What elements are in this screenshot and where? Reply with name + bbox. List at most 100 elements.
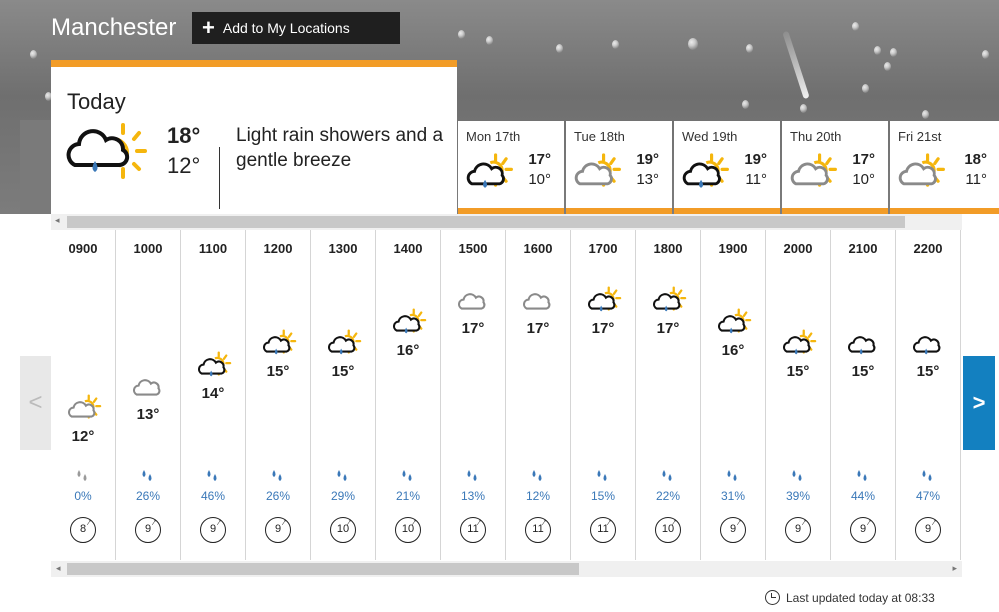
scroll-left-icon[interactable]: ◂: [56, 563, 61, 574]
rain-chance: 0%: [74, 489, 92, 503]
raindrops-icon: [766, 468, 830, 489]
hour-temp: 16°: [721, 341, 745, 359]
day-tab[interactable]: Mon 17th 17° 10°: [458, 121, 564, 214]
hour-time: 2100: [848, 241, 878, 256]
day-min-temp: 11°: [745, 171, 767, 188]
raindrops-icon: [376, 468, 440, 489]
light-rain-sun-icon: [196, 347, 232, 388]
rain-chance: 21%: [395, 489, 421, 503]
day-max-temp: 17°: [852, 151, 875, 168]
cloud-icon: [456, 282, 492, 323]
day-min-temp: 10°: [528, 171, 551, 188]
hour-column[interactable]: 1300 15° 29% ↑ 10: [311, 230, 376, 560]
hour-temp: 14°: [201, 384, 225, 402]
hour-time: 1900: [718, 241, 748, 256]
day-min-temp: 10°: [852, 171, 875, 188]
wind-speed: ↑ 11: [525, 516, 551, 543]
today-title: Today: [67, 89, 126, 114]
light-rain-sun-icon: [651, 282, 687, 323]
hour-column[interactable]: 1200 15° 26% ↑ 9: [246, 230, 311, 560]
hour-column[interactable]: 1600 17° 12% ↑ 11: [506, 230, 571, 560]
light-rain-sun-icon: [464, 147, 514, 202]
rain-chance: 29%: [330, 489, 356, 503]
light-rain-sun-icon: [680, 147, 730, 202]
hour-temp: 15°: [331, 363, 355, 381]
hour-column[interactable]: 1500 17° 13% ↑ 11: [441, 230, 506, 560]
today-panel[interactable]: Today 18° 12° Light rain showers and a g…: [51, 60, 457, 215]
hour-time: 1400: [393, 241, 423, 256]
rain-chance: 13%: [460, 489, 486, 503]
raindrops-icon: [246, 468, 310, 489]
hour-column[interactable]: 2000 15° 39% ↑ 9: [766, 230, 831, 560]
rain-chance: 39%: [785, 489, 811, 503]
hour-column[interactable]: 1900 16° 31% ↑ 9: [701, 230, 766, 560]
hour-column[interactable]: 2200 15° 47% ↑ 9: [896, 230, 961, 560]
light-rain-sun-icon: [781, 325, 817, 366]
hour-time: 1000: [133, 241, 163, 256]
hours-next-button[interactable]: >: [963, 356, 995, 450]
wind-speed: ↑ 9: [785, 516, 811, 543]
day-min-temp: 11°: [965, 171, 987, 188]
scroll-right-icon[interactable]: ▸: [952, 563, 957, 574]
today-min-temp: 12°: [167, 153, 201, 178]
scroll-left-icon[interactable]: ◂: [55, 215, 60, 226]
hour-column[interactable]: 1800 17° 22% ↑ 10: [636, 230, 701, 560]
day-name: Mon 17th: [466, 129, 521, 144]
days-prev-button[interactable]: [20, 120, 52, 214]
light-rain-icon: [846, 325, 882, 366]
hour-column[interactable]: 1100 14° 46% ↑ 9: [181, 230, 246, 560]
hour-column[interactable]: 2100 15° 44% ↑ 9: [831, 230, 896, 560]
divider: [219, 147, 220, 209]
hour-temp: 13°: [136, 406, 160, 424]
wind-speed: ↑ 9: [915, 516, 941, 543]
scrollbar-thumb[interactable]: [67, 216, 905, 228]
light-rain-sun-icon: [391, 304, 427, 345]
days-scrollbar[interactable]: ◂: [51, 214, 962, 230]
raindrops-icon: [51, 468, 115, 489]
chevron-right-icon: >: [972, 390, 986, 415]
hour-temp: 16°: [396, 341, 420, 359]
rain-chance: 22%: [655, 489, 681, 503]
cloud-sun-icon: [896, 147, 946, 202]
day-max-temp: 19°: [636, 151, 659, 168]
hour-column[interactable]: 1000 13° 26% ↑ 9: [116, 230, 181, 560]
hour-column[interactable]: 0900 12° 0% ↑ 8: [51, 230, 116, 560]
raindrops-icon: [181, 468, 245, 489]
scrollbar-thumb[interactable]: [67, 563, 579, 575]
rain-chance: 46%: [200, 489, 226, 503]
hour-temp: 17°: [591, 320, 615, 337]
day-name: Thu 20th: [790, 129, 842, 144]
day-tab[interactable]: Fri 21st 18° 11°: [890, 121, 999, 214]
day-name: Fri 21st: [898, 129, 942, 144]
day-tab[interactable]: Wed 19th 19° 11°: [674, 121, 780, 214]
hourly-forecast: 0900 12° 0% ↑ 8 1000 13° 26% ↑ 9 1100 14° 46% ↑ 9 1200 1…: [51, 230, 962, 562]
wind-speed: ↑ 10: [655, 516, 681, 543]
day-tab[interactable]: Tue 18th 19° 13°: [566, 121, 672, 214]
hour-temp: 15°: [266, 363, 290, 381]
wind-speed: ↑ 11: [590, 516, 616, 543]
cloud-sun-icon: [572, 147, 622, 202]
cloud-sun-icon: [66, 390, 102, 431]
cloud-icon: [521, 282, 557, 323]
hour-column[interactable]: 1700 17° 15% ↑ 11: [571, 230, 636, 560]
hour-column[interactable]: 1400 16° 21% ↑ 10: [376, 230, 441, 560]
day-name: Tue 18th: [574, 129, 625, 144]
raindrops-icon: [636, 468, 700, 489]
hour-temp: 17°: [526, 320, 550, 337]
day-tab[interactable]: Thu 20th 17° 10°: [782, 121, 888, 214]
raindrops-icon: [701, 468, 765, 489]
rain-chance: 15%: [590, 489, 616, 503]
rain-chance: 12%: [525, 489, 551, 503]
hours-prev-button[interactable]: <: [20, 356, 51, 450]
hours-scrollbar[interactable]: ◂ ▸: [51, 561, 962, 577]
hour-temp: 15°: [786, 363, 810, 381]
hour-temp: 17°: [656, 320, 680, 337]
wind-speed: ↑ 11: [460, 516, 486, 543]
add-location-button[interactable]: + Add to My Locations: [192, 12, 400, 44]
wind-speed: ↑ 9: [135, 516, 161, 543]
day-max-temp: 17°: [528, 151, 551, 168]
raindrops-icon: [506, 468, 570, 489]
wind-speed: ↑ 9: [265, 516, 291, 543]
add-location-label: Add to My Locations: [222, 20, 350, 36]
hour-temp: 12°: [71, 428, 95, 445]
